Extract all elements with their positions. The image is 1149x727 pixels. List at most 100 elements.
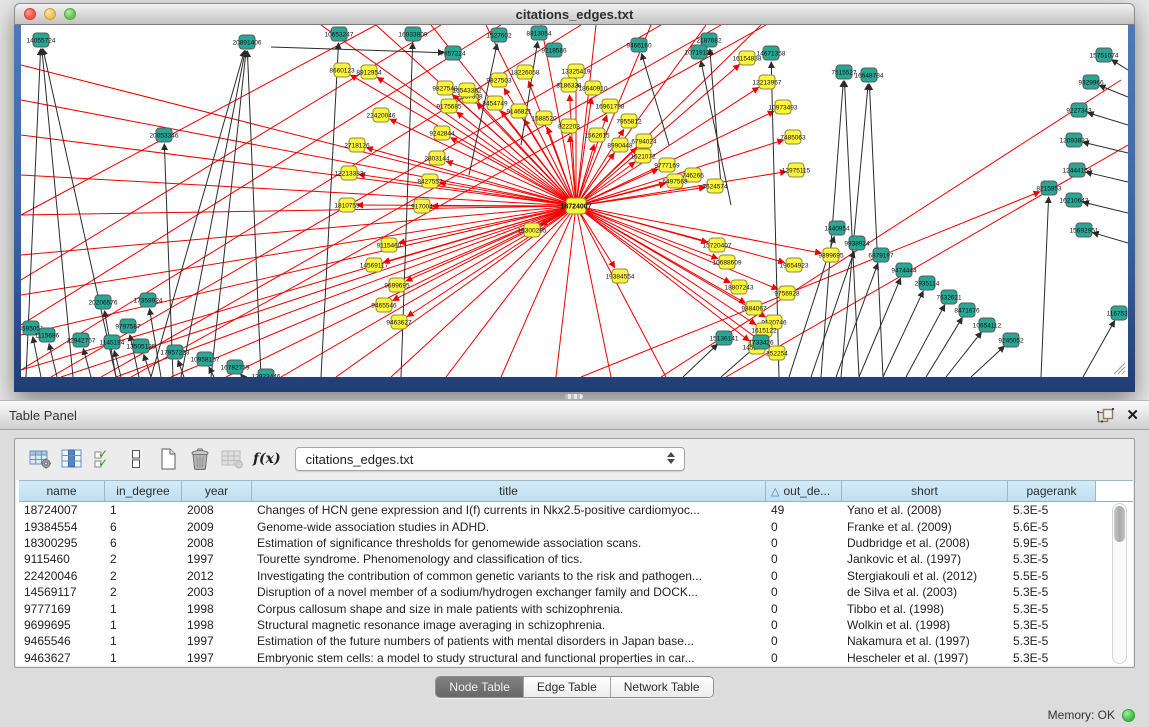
table-row[interactable]: 1830029562008Estimation of significance …: [19, 535, 1133, 551]
graph-edge[interactable]: [576, 206, 611, 377]
column-header-name[interactable]: name: [19, 481, 105, 501]
graph-edge[interactable]: [576, 206, 821, 253]
table-row[interactable]: 1456911722003Disruption of a novel membe…: [19, 584, 1133, 600]
graph-edge[interactable]: [642, 54, 669, 145]
cell-name: 9465546: [19, 634, 105, 648]
table-row[interactable]: 1938455462009Genome-wide association stu…: [19, 518, 1133, 534]
column-header-short[interactable]: short: [842, 481, 1008, 501]
close-panel-icon[interactable]: ✕: [1126, 408, 1139, 423]
graph-edge[interactable]: [1041, 197, 1049, 377]
network-window-titlebar[interactable]: citations_edges.txt: [14, 3, 1135, 25]
graph-edge[interactable]: [576, 206, 749, 341]
memory-status-indicator[interactable]: [1122, 709, 1135, 722]
graph-node-label: 1733426: [748, 339, 774, 346]
graph-edge[interactable]: [811, 252, 854, 377]
graph-edge[interactable]: [33, 337, 41, 377]
graph-node-label: 2718126: [344, 142, 370, 149]
graph-edge[interactable]: [407, 206, 576, 317]
graph-edge[interactable]: [359, 174, 576, 206]
table-select-dropdown[interactable]: citations_edges.txt: [295, 447, 685, 471]
table-row[interactable]: 1872400712008Changes of HCN gene express…: [19, 502, 1133, 518]
graph-edge[interactable]: [21, 25, 376, 215]
show-columns-button[interactable]: [59, 446, 85, 472]
cell-in_degree: 2: [105, 585, 182, 599]
graph-node-label: 7632621: [936, 294, 962, 301]
network-canvas[interactable]: 1872400786601238912954982754823676088454…: [21, 25, 1128, 377]
select-rows-button[interactable]: ✓ ✓: [91, 446, 117, 472]
graph-edge[interactable]: [926, 318, 962, 377]
table-row[interactable]: 911546021997Tourette syndrome. Phenomeno…: [19, 551, 1133, 567]
cell-title: Corpus callosum shape and size in male p…: [252, 602, 766, 616]
cell-name: 9699695: [19, 618, 105, 632]
column-header-out_degree[interactable]: △out_de...: [766, 481, 842, 501]
cell-pagerank: 5.3E-5: [1008, 618, 1096, 632]
graph-edge[interactable]: [946, 332, 981, 377]
graph-edge[interactable]: [576, 206, 784, 262]
cell-year: 2008: [182, 536, 252, 550]
graph-edge[interactable]: [1086, 172, 1128, 182]
graph-edge[interactable]: [971, 346, 1004, 377]
graph-edge[interactable]: [181, 51, 245, 377]
graph-edge[interactable]: [556, 206, 576, 377]
graph-edge[interactable]: [211, 51, 246, 377]
graph-edge[interactable]: [581, 192, 1040, 377]
cell-out_degree: 0: [766, 618, 842, 632]
graph-edge[interactable]: [151, 51, 245, 377]
table-row[interactable]: 946362711997Embryonic stem cells: a mode…: [19, 650, 1133, 666]
tab-edge-table[interactable]: Edge Table: [524, 677, 611, 697]
graph-edge[interactable]: [83, 349, 91, 377]
graph-edge[interactable]: [869, 84, 883, 377]
column-header-year[interactable]: year: [182, 481, 252, 501]
graph-edge[interactable]: [859, 278, 901, 377]
column-header-in_degree[interactable]: in_degree: [105, 481, 182, 501]
graph-edge[interactable]: [171, 206, 576, 377]
graph-edge[interactable]: [1088, 113, 1128, 125]
graph-edge[interactable]: [1112, 60, 1128, 70]
graph-edge[interactable]: [883, 291, 923, 377]
graph-edge[interactable]: [1083, 202, 1128, 213]
tab-network-table[interactable]: Network Table: [611, 677, 713, 697]
frame-resize-grip-icon[interactable]: [1110, 359, 1126, 375]
graph-edge[interactable]: [1083, 142, 1128, 153]
graph-node-label: 12213383: [335, 170, 364, 177]
float-panel-icon[interactable]: [1097, 408, 1114, 423]
tab-node-table[interactable]: Node Table: [436, 677, 524, 697]
table-row[interactable]: 2242004622012Investigating the contribut…: [19, 568, 1133, 584]
row-height-button[interactable]: [123, 446, 149, 472]
import-table-button[interactable]: [219, 446, 245, 472]
graph-edge[interactable]: [21, 206, 576, 295]
table-row[interactable]: 977716911998Corpus callosum shape and si…: [19, 600, 1133, 616]
graph-edge[interactable]: [406, 206, 576, 281]
graph-node-label: 18807243: [725, 284, 754, 291]
graph-edge[interactable]: [271, 47, 444, 53]
function-builder-button[interactable]: f(x): [253, 451, 281, 467]
graph-edge[interactable]: [576, 98, 592, 206]
graph-node-label: 12975115: [782, 167, 811, 174]
graph-edge[interactable]: [836, 263, 878, 377]
dropdown-arrows-icon: [667, 452, 675, 464]
table-settings-button[interactable]: [27, 446, 53, 472]
panel-resize-handle[interactable]: [565, 394, 583, 399]
graph-edge[interactable]: [247, 51, 261, 377]
table-container: ✓ ✓: [14, 438, 1135, 668]
graph-node-label: 12444154: [1063, 167, 1092, 174]
graph-node-label: 1115686: [35, 332, 60, 339]
cell-short: Dudbridge et al. (2008): [842, 536, 1008, 550]
graph-edge[interactable]: [241, 374, 243, 377]
cell-short: Stergiakouli et al. (2012): [842, 569, 1008, 583]
table-row[interactable]: 946554611997Estimation of the future num…: [19, 633, 1133, 649]
cell-out_degree: 0: [766, 520, 842, 534]
cell-in_degree: 1: [105, 503, 182, 517]
graph-edge[interactable]: [576, 206, 718, 259]
table-scrollbar-thumb[interactable]: [1114, 506, 1125, 542]
column-header-title[interactable]: title: [252, 481, 766, 501]
delete-column-button[interactable]: [187, 446, 213, 472]
table-scrollbar[interactable]: [1112, 503, 1127, 664]
new-column-button[interactable]: [155, 446, 181, 472]
cell-pagerank: 5.3E-5: [1008, 585, 1096, 599]
graph-node-label: 1145194: [100, 339, 125, 346]
graph-edge[interactable]: [576, 140, 783, 206]
table-row[interactable]: 969969511998Structural magnetic resonanc…: [19, 617, 1133, 633]
column-header-pagerank[interactable]: pagerank: [1008, 481, 1096, 501]
graph-edge[interactable]: [683, 344, 717, 377]
